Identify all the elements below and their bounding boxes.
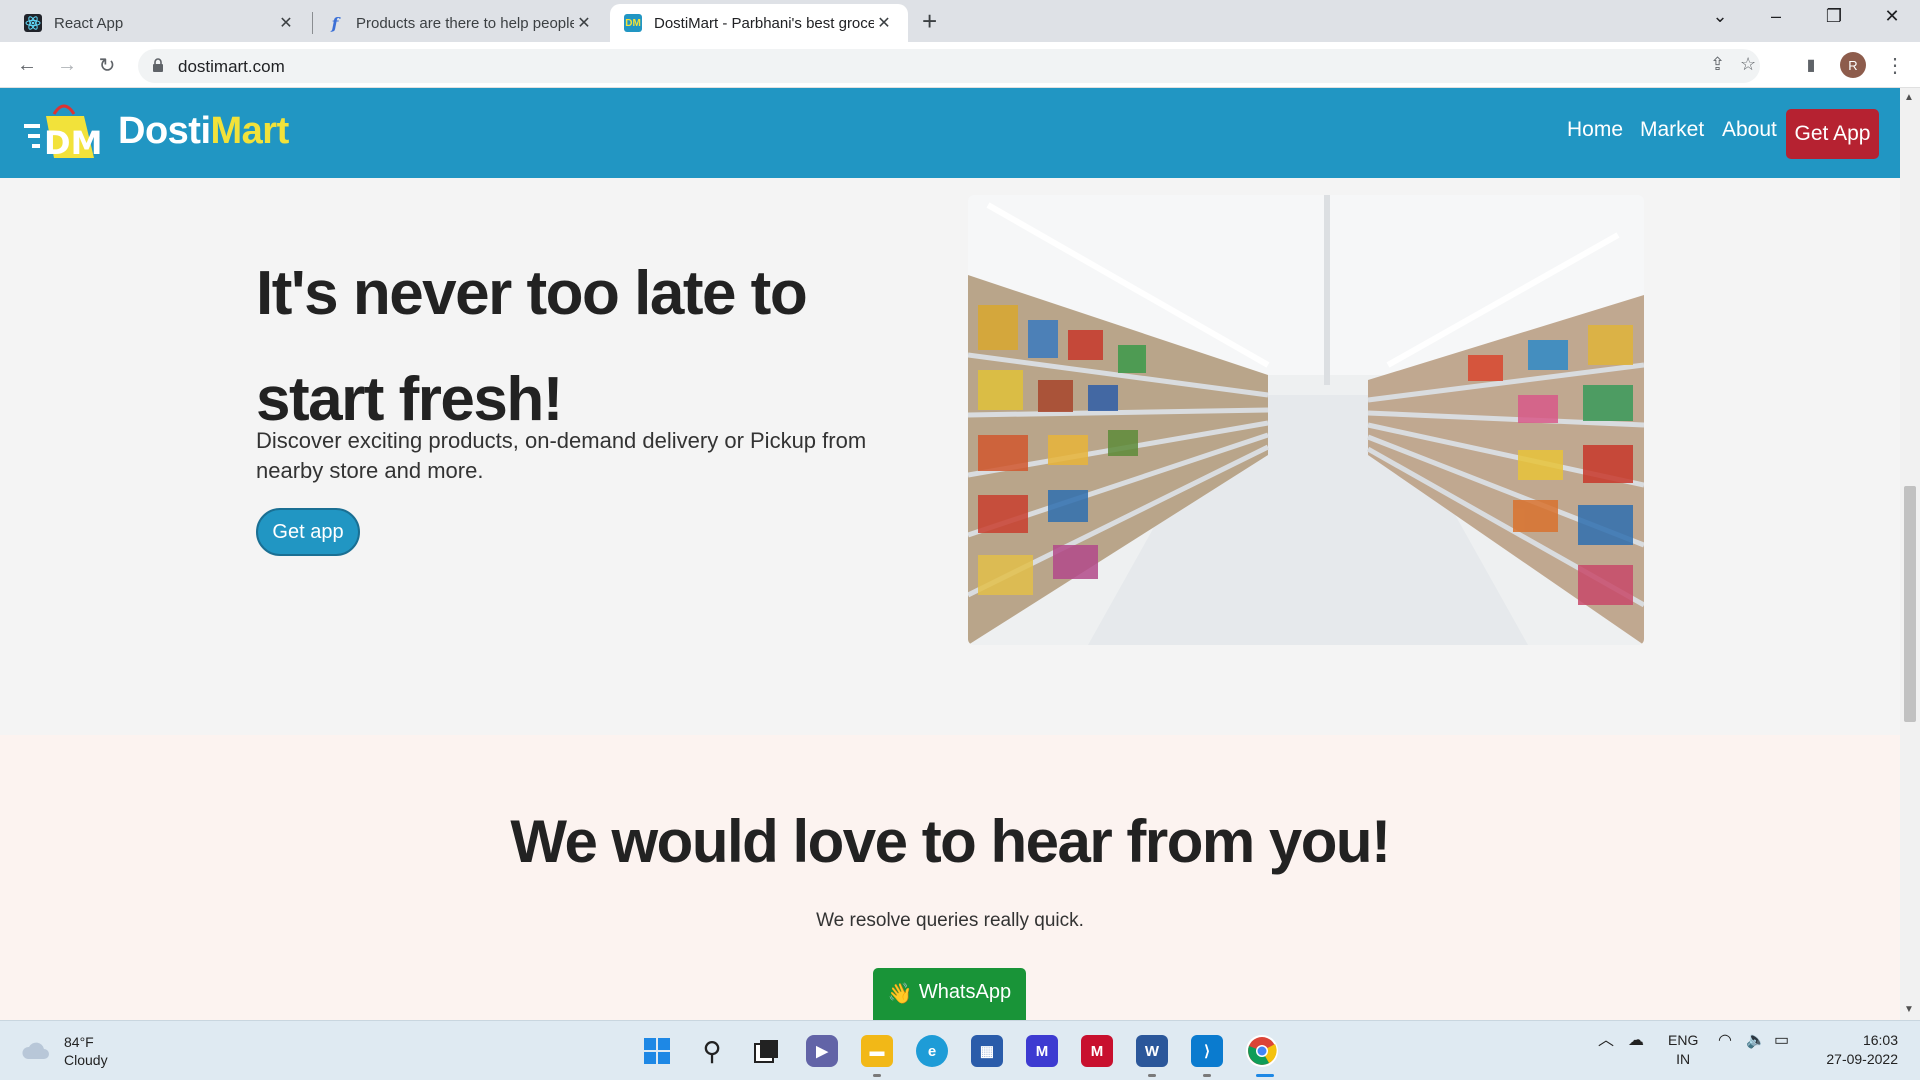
edge-browser-icon[interactable]: e (916, 1035, 948, 1067)
tab-title: Products are there to help people (356, 14, 574, 32)
share-icon[interactable]: ⇪ (1710, 54, 1725, 75)
running-indicator (1203, 1074, 1211, 1077)
lock-icon (153, 58, 163, 72)
close-window-icon[interactable]: ✕ (1872, 6, 1912, 27)
brand-logo[interactable]: DM DostiMart (24, 100, 289, 162)
weather-desc: Cloudy (64, 1052, 108, 1068)
clock-time: 16:03 (1862, 1032, 1898, 1048)
browser-toolbar: ← → ↻ dostimart.com ⇪ ☆ ▮ R ⋮ (0, 42, 1920, 88)
address-bar[interactable]: dostimart.com ⇪ ☆ (138, 49, 1760, 83)
restore-icon[interactable]: ❐ (1814, 6, 1854, 27)
brand-part-1: Dosti (118, 109, 211, 152)
scroll-up-icon[interactable]: ▲ (1904, 92, 1914, 103)
f-logo-icon: f (331, 13, 339, 33)
clock-date: 27-09-2022 (1826, 1051, 1898, 1067)
close-tab-icon[interactable]: ✕ (874, 13, 894, 33)
mcafee-icon[interactable]: M (1081, 1035, 1113, 1067)
close-tab-icon[interactable]: ✕ (276, 13, 296, 33)
file-explorer-icon[interactable]: ▬ (861, 1035, 893, 1067)
tab-title: React App (54, 14, 124, 32)
react-icon (24, 14, 42, 32)
bookmark-star-icon[interactable]: ☆ (1740, 54, 1756, 75)
forward-icon[interactable]: → (52, 50, 82, 80)
waving-hand-icon: 👋 (887, 983, 913, 1005)
battery-icon[interactable]: ▭ (1774, 1031, 1789, 1050)
brand-name: DostiMart (118, 110, 289, 153)
running-indicator (873, 1074, 881, 1077)
onedrive-icon[interactable]: ☁ (1628, 1031, 1644, 1050)
volume-icon[interactable]: 🔈 (1746, 1031, 1766, 1050)
windows-start-icon[interactable] (641, 1035, 673, 1067)
whatsapp-label: WhatsApp (918, 981, 1012, 1003)
menu-kebab-icon[interactable]: ⋮ (1880, 50, 1910, 80)
brand-part-2: Mart (210, 109, 290, 152)
nav-home-link[interactable]: Home (1567, 118, 1623, 142)
minimize-icon[interactable]: – (1756, 6, 1796, 27)
page-scrollbar[interactable]: ▲ ▼ (1900, 88, 1920, 1020)
active-app-indicator (1256, 1074, 1274, 1077)
cloud-icon (22, 1042, 49, 1059)
language-code: ENG (1668, 1032, 1699, 1048)
dostimart-favicon: DM (624, 14, 642, 32)
shopping-bag-logo-icon: DM (24, 104, 102, 162)
contact-section: We would love to hear from you! We resol… (0, 735, 1900, 1020)
vscode-icon[interactable]: ⟩ (1191, 1035, 1223, 1067)
task-view-icon[interactable] (751, 1035, 783, 1067)
search-icon[interactable]: ⚲ (696, 1035, 728, 1067)
chrome-icon[interactable] (1246, 1035, 1278, 1067)
nav-about-link[interactable]: About (1722, 118, 1777, 142)
scroll-down-icon[interactable]: ▼ (1904, 1004, 1914, 1015)
weather-widget[interactable]: 84°F Cloudy (20, 1033, 108, 1069)
reload-icon[interactable]: ↻ (92, 50, 122, 80)
tab-dostimart[interactable]: DM DostiMart - Parbhani's best grocery ✕ (610, 4, 908, 42)
browser-tab-strip: React App ✕ f Products are there to help… (0, 0, 1920, 42)
clock[interactable]: 16:03 27-09-2022 (1818, 1031, 1898, 1069)
running-indicator (1148, 1074, 1156, 1077)
mathway-icon[interactable]: M (1026, 1035, 1058, 1067)
nav-get-app-button[interactable]: Get App (1786, 109, 1879, 159)
contact-subtitle: We resolve queries really quick. (816, 910, 1084, 931)
tab-react-app[interactable]: React App ✕ (10, 4, 310, 42)
logo-letters: DM (44, 124, 102, 162)
url-text: dostimart.com (178, 57, 285, 76)
tray-overflow-icon[interactable]: ︿ (1598, 1031, 1614, 1050)
microsoft-store-icon[interactable]: ▦ (971, 1035, 1003, 1067)
hero-title: It's never too late to start fresh! (256, 259, 808, 434)
site-navbar: DM DostiMart Home Market About Get App (0, 88, 1900, 178)
scrollbar-thumb[interactable] (1904, 486, 1916, 722)
side-panel-icon[interactable]: ▮ (1796, 50, 1826, 80)
nav-market-link[interactable]: Market (1640, 118, 1704, 142)
hero-description: Discover exciting products, on-demand de… (256, 428, 867, 483)
word-icon[interactable]: W (1136, 1035, 1168, 1067)
page-viewport: DM DostiMart Home Market About Get App I… (0, 88, 1900, 1020)
wifi-icon[interactable]: ◠ (1718, 1031, 1732, 1050)
contact-title: We would love to hear from you! (510, 808, 1391, 875)
windows-taskbar: 84°F Cloudy ⚲ ▶ ▬ e ▦ M M W ⟩ ︿ ☁ ENG IN… (0, 1020, 1920, 1080)
tab-products[interactable]: f Products are there to help people ✕ (312, 4, 608, 42)
new-tab-button[interactable]: + (922, 7, 937, 35)
language-indicator[interactable]: ENG IN (1668, 1031, 1698, 1069)
whatsapp-button[interactable]: 👋 WhatsApp (873, 968, 1026, 1020)
back-icon[interactable]: ← (12, 50, 42, 80)
profile-avatar[interactable]: R (1840, 52, 1866, 78)
supermarket-aisle-image (968, 195, 1644, 645)
weather-temp: 84°F (64, 1034, 94, 1050)
hero-get-app-button[interactable]: Get app (256, 508, 360, 556)
region-code: IN (1676, 1051, 1691, 1067)
tab-title: DostiMart - Parbhani's best grocery (654, 14, 874, 32)
teams-chat-icon[interactable]: ▶ (806, 1035, 838, 1067)
close-tab-icon[interactable]: ✕ (574, 13, 594, 33)
tab-search-icon[interactable]: ⌄ (1700, 6, 1740, 27)
